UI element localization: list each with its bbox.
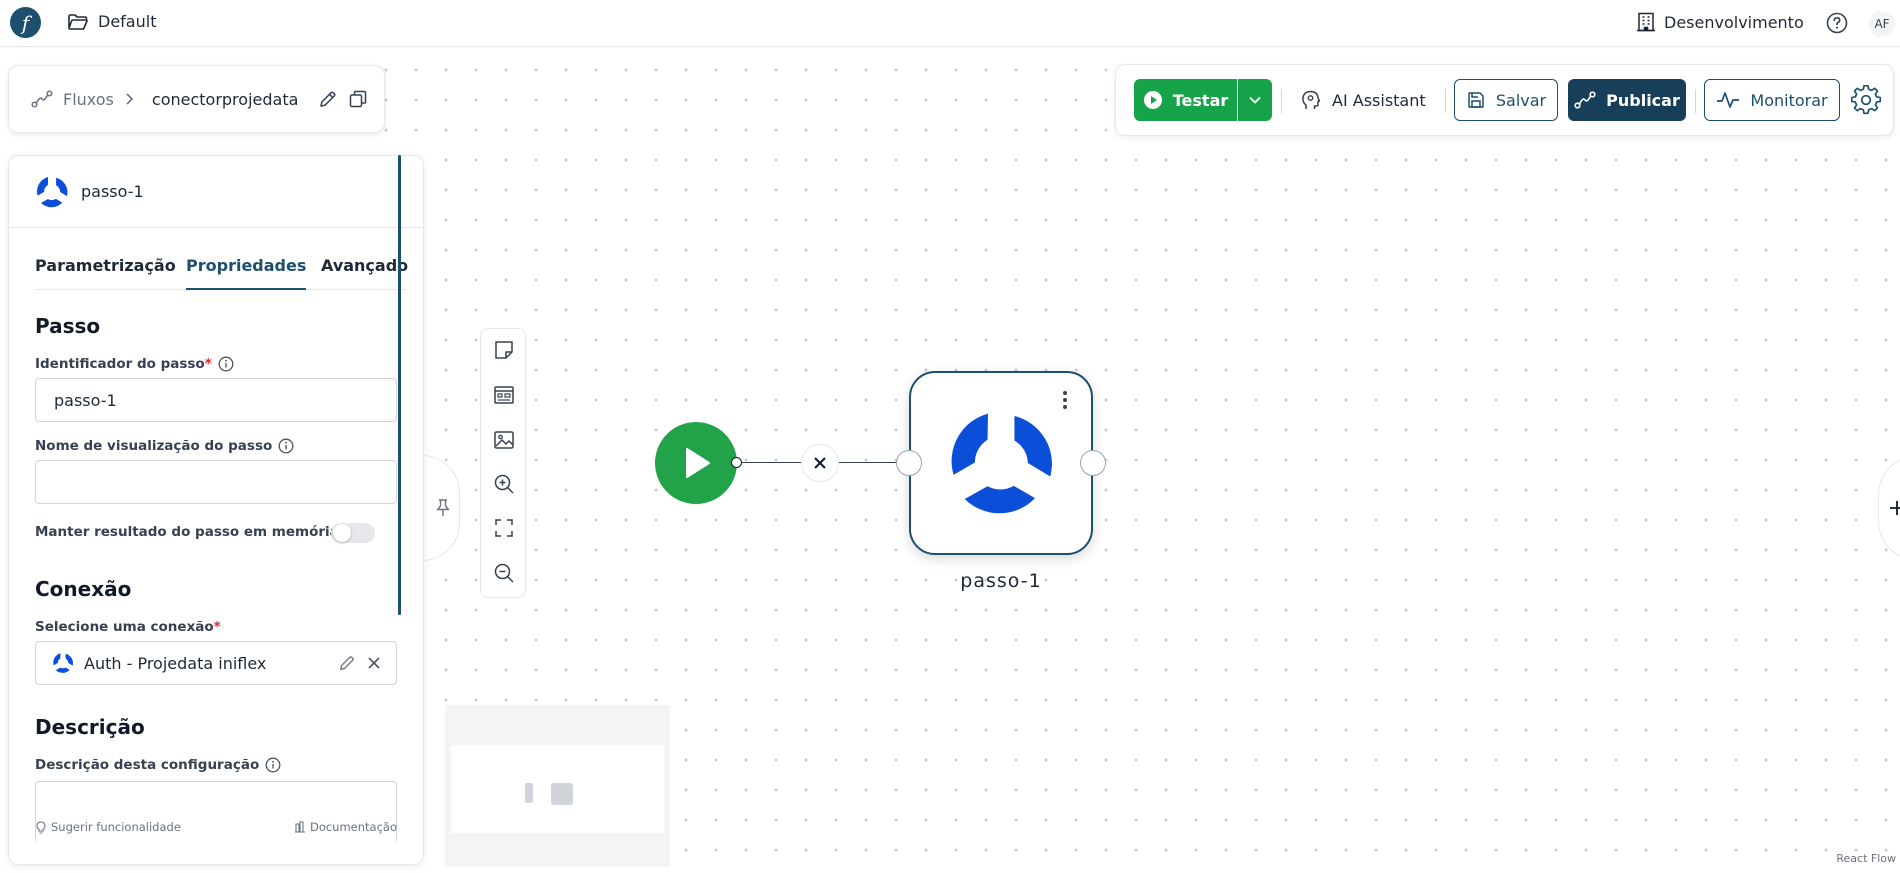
test-button-label: Testar bbox=[1172, 90, 1229, 110]
zoom-in-icon[interactable] bbox=[493, 473, 515, 495]
connector-logo-icon bbox=[37, 176, 68, 207]
start-node[interactable] bbox=[655, 422, 737, 504]
publish-button-label: Publicar bbox=[1606, 90, 1680, 110]
lightbulb-icon bbox=[36, 820, 46, 834]
folder-icon bbox=[68, 13, 88, 30]
save-icon bbox=[1468, 92, 1484, 108]
connector-logo-icon bbox=[53, 653, 74, 673]
connection-label: Selecione uma conexão* bbox=[35, 619, 221, 635]
library-icon bbox=[294, 821, 305, 833]
section-title-connection: Conexão bbox=[35, 577, 132, 601]
chevron-down-icon bbox=[1249, 96, 1261, 104]
panel-tabs: Parametrização Propriedades Avançado bbox=[35, 256, 408, 290]
step-input-handle[interactable] bbox=[896, 450, 922, 476]
workspace-name: Default bbox=[98, 12, 157, 31]
step-title: passo-1 bbox=[81, 182, 144, 201]
publish-button[interactable]: Publicar bbox=[1568, 79, 1686, 121]
help-icon[interactable] bbox=[1826, 12, 1848, 38]
minimap[interactable] bbox=[445, 705, 670, 867]
panel-scrollbar[interactable] bbox=[398, 155, 401, 615]
tab-propriedades[interactable]: Propriedades bbox=[186, 256, 307, 290]
monitor-button[interactable]: Monitorar bbox=[1704, 79, 1840, 121]
info-icon[interactable] bbox=[278, 438, 294, 454]
ai-assistant-button[interactable]: AI Assistant bbox=[1300, 79, 1426, 121]
fit-view-icon[interactable] bbox=[493, 517, 515, 539]
ai-assistant-label: AI Assistant bbox=[1332, 90, 1426, 110]
separator bbox=[1281, 89, 1282, 113]
step-node[interactable] bbox=[909, 371, 1093, 555]
step-node-label: passo-1 bbox=[960, 570, 1042, 592]
close-icon bbox=[814, 457, 826, 469]
memory-label: Manter resultado do passo em memória bbox=[35, 524, 361, 540]
separator bbox=[1445, 89, 1446, 113]
canvas-toolbar bbox=[480, 328, 526, 598]
suggest-feature-link[interactable]: Sugerir funcionalidade bbox=[35, 820, 181, 834]
workspace-selector[interactable]: Default bbox=[68, 12, 156, 31]
pin-icon bbox=[436, 499, 449, 516]
documentation-link[interactable]: Documentação bbox=[294, 820, 397, 834]
close-icon[interactable] bbox=[366, 655, 382, 671]
react-flow-attribution[interactable]: React Flow bbox=[1836, 852, 1896, 865]
breadcrumb-flows-link[interactable]: Fluxos bbox=[63, 90, 114, 109]
info-icon[interactable] bbox=[218, 356, 234, 372]
connector-logo-icon bbox=[951, 413, 1052, 514]
image-icon[interactable] bbox=[493, 429, 515, 451]
connection-value: Auth - Projedata iniflex bbox=[84, 653, 267, 673]
save-button[interactable]: Salvar bbox=[1454, 79, 1558, 121]
tab-parametrizacao[interactable]: Parametrização bbox=[35, 256, 176, 290]
flow-edge[interactable] bbox=[737, 462, 801, 463]
play-icon bbox=[686, 448, 710, 478]
layout-icon[interactable] bbox=[493, 384, 515, 406]
sticky-note-icon[interactable] bbox=[493, 339, 515, 361]
step-id-input[interactable]: passo-1 bbox=[35, 378, 397, 422]
app-logo[interactable]: f bbox=[10, 7, 41, 38]
breadcrumb: Fluxos conectorprojedata bbox=[8, 65, 385, 133]
step-output-handle[interactable] bbox=[1080, 450, 1106, 476]
test-button[interactable]: Testar bbox=[1134, 79, 1237, 121]
section-title-description: Descrição bbox=[35, 715, 145, 739]
flow-icon bbox=[1574, 91, 1596, 109]
flow-actions-toolbar: Testar AI Assistant Salvar Publicar Moni… bbox=[1115, 64, 1894, 136]
breadcrumb-current: conectorprojedata bbox=[151, 89, 299, 109]
section-title-step: Passo bbox=[35, 314, 101, 338]
connection-select[interactable]: Auth - Projedata iniflex bbox=[35, 641, 397, 685]
building-icon bbox=[1637, 12, 1655, 32]
panel-header: passo-1 bbox=[9, 156, 423, 228]
environment-name: Desenvolvimento bbox=[1664, 12, 1804, 32]
zoom-out-icon[interactable] bbox=[493, 562, 515, 584]
minimap-node bbox=[525, 783, 533, 803]
delete-edge-button[interactable] bbox=[801, 444, 839, 482]
test-options-dropdown[interactable] bbox=[1238, 79, 1272, 121]
node-menu-icon[interactable] bbox=[1063, 391, 1067, 409]
user-avatar[interactable]: AF bbox=[1869, 11, 1895, 37]
display-name-label: Nome de visualização do passo bbox=[35, 438, 294, 454]
top-bar: f Default Desenvolvimento AF bbox=[0, 0, 1900, 47]
memory-toggle[interactable] bbox=[331, 523, 375, 543]
save-button-label: Salvar bbox=[1495, 90, 1547, 110]
flow-icon bbox=[31, 90, 53, 108]
plus-icon bbox=[1890, 501, 1900, 515]
minimap-node bbox=[551, 783, 573, 805]
monitor-button-label: Monitorar bbox=[1750, 90, 1828, 110]
step-properties-panel: passo-1 Parametrização Propriedades Avan… bbox=[8, 155, 424, 865]
activity-icon bbox=[1717, 92, 1740, 108]
ai-head-icon bbox=[1302, 90, 1321, 109]
info-icon[interactable] bbox=[265, 757, 281, 773]
tab-avancado[interactable]: Avançado bbox=[321, 256, 408, 290]
panel-footer: Sugerir funcionalidade Documentação bbox=[35, 820, 397, 834]
environment-selector[interactable]: Desenvolvimento bbox=[1637, 12, 1804, 32]
separator bbox=[1695, 89, 1696, 113]
display-name-input[interactable] bbox=[35, 460, 397, 504]
duplicate-icon[interactable] bbox=[348, 89, 368, 109]
edit-icon[interactable] bbox=[318, 89, 338, 109]
play-circle-icon bbox=[1143, 91, 1162, 109]
gear-icon[interactable] bbox=[1850, 84, 1882, 119]
edit-icon[interactable] bbox=[338, 654, 356, 672]
chevron-right-icon bbox=[126, 93, 134, 105]
step-id-label: Identificador do passo* bbox=[35, 356, 234, 372]
start-output-handle[interactable] bbox=[731, 457, 742, 468]
description-label: Descrição desta configuração bbox=[35, 757, 281, 773]
